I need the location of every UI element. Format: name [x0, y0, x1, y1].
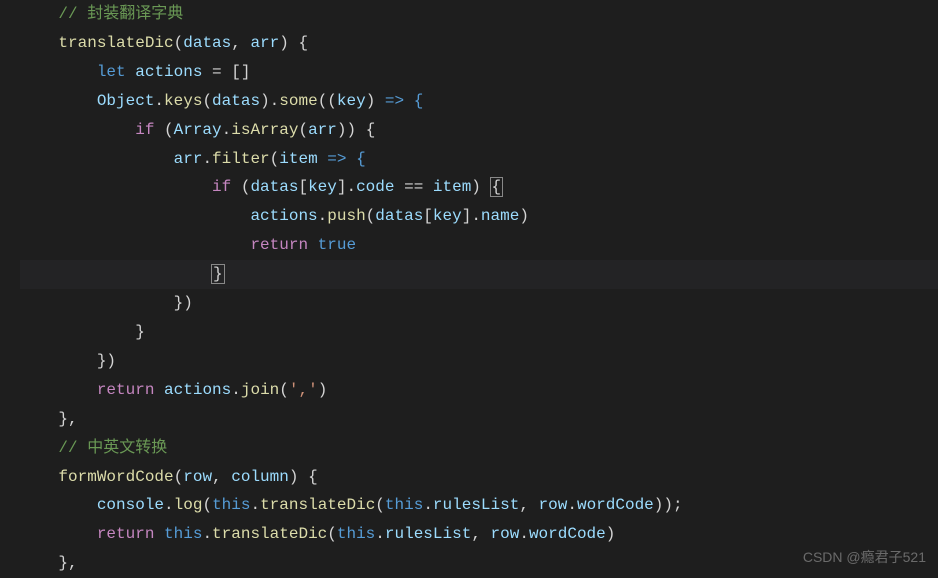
code-line: return this.translateDic(this.rulesList,… — [20, 520, 938, 549]
bracket-match: { — [491, 178, 503, 196]
code-line: }) — [20, 289, 938, 318]
code-line: return true — [20, 231, 938, 260]
function-name: translateDic — [58, 34, 173, 52]
code-line: }) — [20, 347, 938, 376]
code-line: } — [20, 318, 938, 347]
code-line: actions.push(datas[key].name) — [20, 202, 938, 231]
code-line: formWordCode(row, column) { — [20, 463, 938, 492]
code-line: return actions.join(',') — [20, 376, 938, 405]
code-line: console.log(this.translateDic(this.rules… — [20, 491, 938, 520]
current-line: } — [20, 260, 938, 289]
code-line: Object.keys(datas).some((key) => { — [20, 87, 938, 116]
code-editor[interactable]: // 封装翻译字典 translateDic(datas, arr) { let… — [0, 0, 938, 578]
code-line: }, — [20, 549, 938, 578]
code-line: if (datas[key].code == item) { — [20, 173, 938, 202]
code-line: // 封装翻译字典 — [20, 0, 938, 29]
code-line: if (Array.isArray(arr)) { — [20, 116, 938, 145]
watermark: CSDN @瘾君子521 — [803, 543, 926, 572]
comment: // 封装翻译字典 — [58, 5, 183, 23]
code-line: arr.filter(item => { — [20, 145, 938, 174]
code-line: }, — [20, 405, 938, 434]
code-line: let actions = [] — [20, 58, 938, 87]
bracket-match: } — [212, 265, 224, 283]
code-line: // 中英文转换 — [20, 434, 938, 463]
comment: // 中英文转换 — [58, 439, 167, 457]
code-line: translateDic(datas, arr) { — [20, 29, 938, 58]
